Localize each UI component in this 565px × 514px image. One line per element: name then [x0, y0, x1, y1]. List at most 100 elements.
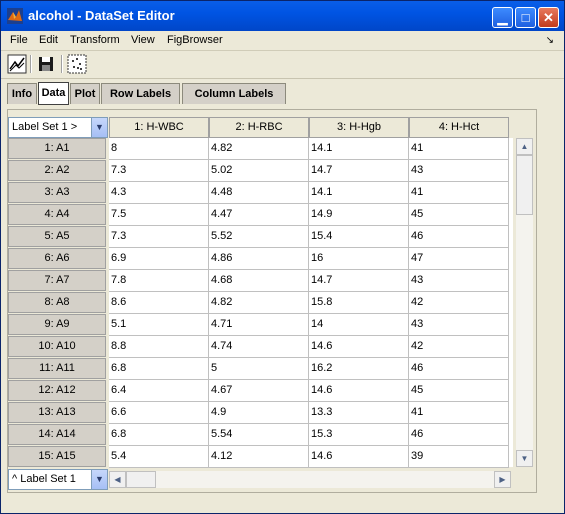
tab-row-labels[interactable]: Row Labels [101, 83, 180, 104]
table-cell[interactable]: 14.1 [309, 182, 409, 204]
dock-arrow-icon[interactable]: ↘ [546, 35, 554, 46]
close-button[interactable]: ✕ [538, 7, 559, 28]
table-cell[interactable]: 46 [409, 424, 509, 446]
table-cell[interactable]: 5.1 [109, 314, 209, 336]
table-cell[interactable]: 39 [409, 446, 509, 468]
row-label[interactable]: 6: A6 [8, 248, 106, 269]
row-label[interactable]: 10: A10 [8, 336, 106, 357]
table-cell[interactable]: 4.82 [209, 292, 309, 314]
horizontal-scrollbar[interactable]: ◀ ▶ [109, 471, 511, 488]
table-cell[interactable]: 4.47 [209, 204, 309, 226]
table-cell[interactable]: 8.8 [109, 336, 209, 358]
row-label[interactable]: 8: A8 [8, 292, 106, 313]
table-cell[interactable]: 46 [409, 358, 509, 380]
table-cell[interactable]: 16 [309, 248, 409, 270]
vertical-scroll-thumb[interactable] [516, 155, 533, 215]
label-set-top-dropdown[interactable]: Label Set 1 > ▼ [8, 117, 108, 138]
table-cell[interactable]: 7.5 [109, 204, 209, 226]
table-cell[interactable]: 7.3 [109, 226, 209, 248]
row-label[interactable]: 3: A3 [8, 182, 106, 203]
table-cell[interactable]: 5.4 [109, 446, 209, 468]
table-cell[interactable]: 42 [409, 292, 509, 314]
row-label[interactable]: 1: A1 [8, 138, 106, 159]
table-cell[interactable]: 4.12 [209, 446, 309, 468]
vertical-scrollbar[interactable]: ▲ ▼ [516, 138, 533, 467]
chevron-down-icon[interactable]: ▼ [91, 470, 107, 489]
tab-column-labels[interactable]: Column Labels [182, 83, 286, 104]
table-cell[interactable]: 5 [209, 358, 309, 380]
table-cell[interactable]: 15.3 [309, 424, 409, 446]
table-cell[interactable]: 5.02 [209, 160, 309, 182]
row-label[interactable]: 5: A5 [8, 226, 106, 247]
table-cell[interactable]: 41 [409, 138, 509, 160]
scatter-icon[interactable] [67, 54, 87, 74]
table-cell[interactable]: 4.86 [209, 248, 309, 270]
table-cell[interactable]: 8 [109, 138, 209, 160]
table-cell[interactable]: 8.6 [109, 292, 209, 314]
table-cell[interactable]: 6.4 [109, 380, 209, 402]
maximize-button[interactable]: □ [515, 7, 536, 28]
table-cell[interactable]: 4.71 [209, 314, 309, 336]
chart-icon[interactable] [7, 54, 27, 74]
row-label[interactable]: 12: A12 [8, 380, 106, 401]
table-cell[interactable]: 4.67 [209, 380, 309, 402]
table-cell[interactable]: 45 [409, 204, 509, 226]
scroll-right-button[interactable]: ▶ [494, 471, 511, 488]
table-cell[interactable]: 45 [409, 380, 509, 402]
row-label[interactable]: 4: A4 [8, 204, 106, 225]
table-cell[interactable]: 4.82 [209, 138, 309, 160]
table-cell[interactable]: 47 [409, 248, 509, 270]
menu-figbrowser[interactable]: FigBrowser [167, 34, 223, 46]
table-cell[interactable]: 16.2 [309, 358, 409, 380]
table-cell[interactable]: 5.54 [209, 424, 309, 446]
table-cell[interactable]: 43 [409, 314, 509, 336]
table-cell[interactable]: 15.8 [309, 292, 409, 314]
table-cell[interactable]: 14 [309, 314, 409, 336]
menu-edit[interactable]: Edit [39, 34, 58, 46]
title-bar[interactable]: alcohol - DataSet Editor ▁ □ ✕ [1, 1, 564, 31]
table-cell[interactable]: 6.9 [109, 248, 209, 270]
table-cell[interactable]: 4.68 [209, 270, 309, 292]
table-cell[interactable]: 43 [409, 160, 509, 182]
table-cell[interactable]: 4.3 [109, 182, 209, 204]
column-header[interactable]: 4: H-Hct [409, 117, 509, 138]
scroll-down-button[interactable]: ▼ [516, 450, 533, 467]
table-cell[interactable]: 4.74 [209, 336, 309, 358]
table-cell[interactable]: 41 [409, 182, 509, 204]
minimize-button[interactable]: ▁ [492, 7, 513, 28]
table-cell[interactable]: 5.52 [209, 226, 309, 248]
table-cell[interactable]: 6.8 [109, 358, 209, 380]
tab-data[interactable]: Data [38, 82, 69, 105]
table-cell[interactable]: 41 [409, 402, 509, 424]
table-cell[interactable]: 14.6 [309, 380, 409, 402]
table-cell[interactable]: 13.3 [309, 402, 409, 424]
table-cell[interactable]: 4.9 [209, 402, 309, 424]
table-cell[interactable]: 15.4 [309, 226, 409, 248]
row-label[interactable]: 7: A7 [8, 270, 106, 291]
chevron-down-icon[interactable]: ▼ [91, 118, 107, 137]
table-cell[interactable]: 46 [409, 226, 509, 248]
table-cell[interactable]: 14.7 [309, 160, 409, 182]
scroll-up-button[interactable]: ▲ [516, 138, 533, 155]
horizontal-scroll-thumb[interactable] [126, 471, 156, 488]
table-cell[interactable]: 6.8 [109, 424, 209, 446]
table-cell[interactable]: 14.6 [309, 446, 409, 468]
data-grid[interactable]: 8 4.82 14.1 41 7.3 5.02 14.7 43 4.3 4.48 14.1 41 7.5… [109, 138, 513, 468]
row-label[interactable]: 14: A14 [8, 424, 106, 445]
row-label[interactable]: 13: A13 [8, 402, 106, 423]
column-header[interactable]: 2: H-RBC [209, 117, 309, 138]
row-label[interactable]: 11: A11 [8, 358, 106, 379]
column-header[interactable]: 3: H-Hgb [309, 117, 409, 138]
scroll-left-button[interactable]: ◀ [109, 471, 126, 488]
table-cell[interactable]: 14.9 [309, 204, 409, 226]
table-cell[interactable]: 42 [409, 336, 509, 358]
menu-file[interactable]: File [10, 34, 28, 46]
save-icon[interactable] [36, 54, 56, 74]
tab-plot[interactable]: Plot [70, 83, 100, 104]
table-cell[interactable]: 7.3 [109, 160, 209, 182]
column-header[interactable]: 1: H-WBC [109, 117, 209, 138]
table-cell[interactable]: 6.6 [109, 402, 209, 424]
menu-view[interactable]: View [131, 34, 155, 46]
table-cell[interactable]: 14.7 [309, 270, 409, 292]
table-cell[interactable]: 43 [409, 270, 509, 292]
